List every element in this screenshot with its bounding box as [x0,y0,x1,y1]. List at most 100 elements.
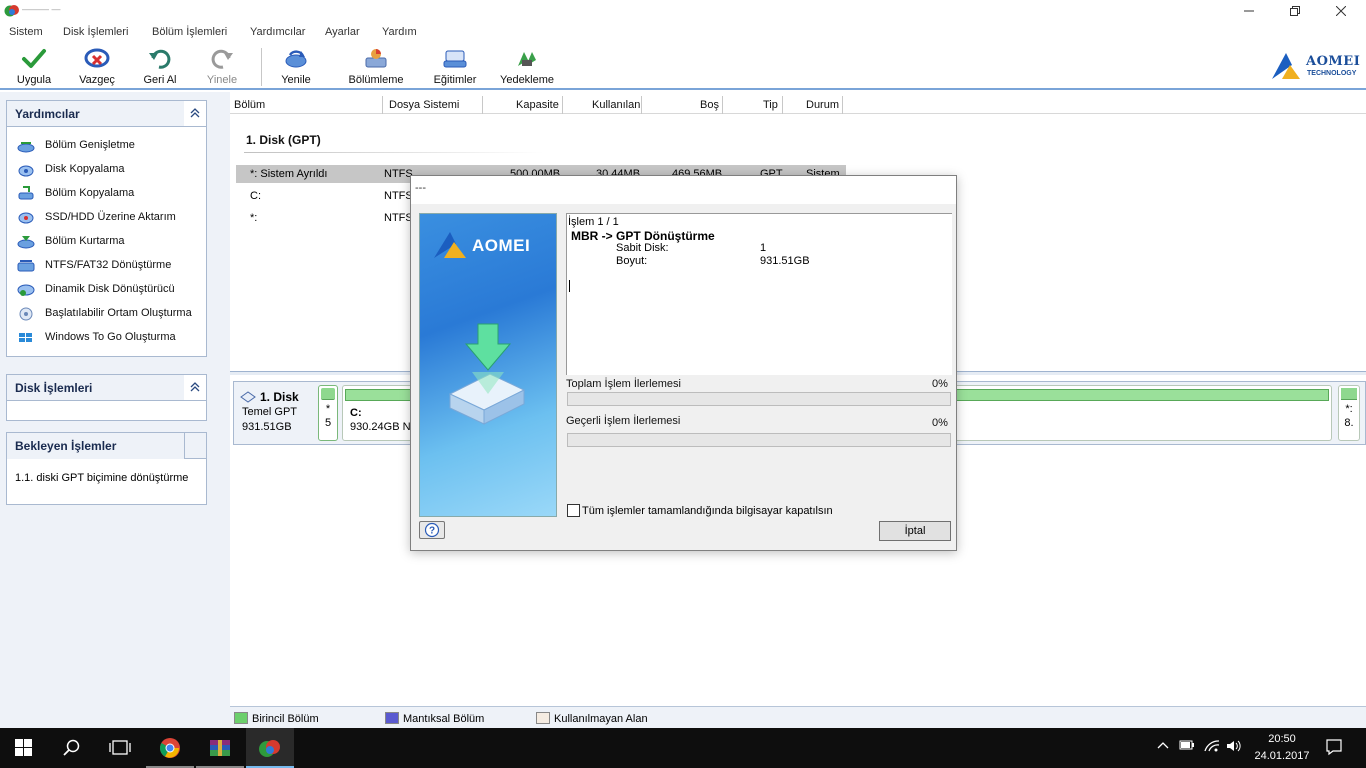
toolbar-separator [261,48,262,86]
progress-dialog: --- AOMEI İşlem 1 / 1 MBR -> GPT Dönüştü… [410,175,957,551]
disk-download-illustration [448,323,526,425]
menu-help[interactable]: Yardım [382,26,417,38]
disk-label: Sabit Disk: [616,242,669,254]
disk-info[interactable]: 1. Disk Temel GPT 931.51GB [242,390,299,435]
aomei-logo-icon [1272,53,1300,79]
aomei-partition-assistant-icon[interactable] [246,728,294,768]
col-used[interactable]: Kullanılan [592,99,640,115]
windows-to-go-icon [19,333,32,342]
col-partition[interactable]: Bölüm [234,99,265,115]
cancel-button[interactable]: İptal [879,521,951,541]
title-bar: ——— — [0,0,1366,22]
tutorials-button[interactable]: Eğitimler [432,48,478,86]
total-progress-percent: 0% [932,378,948,390]
dialog-logo-text: AOMEI [472,236,531,255]
partition-label: C: [350,407,362,419]
migrate-os-icon [18,212,34,224]
task-view-icon[interactable] [96,728,144,768]
col-capacity[interactable]: Kapasite [516,99,559,115]
bootable-media-icon [19,307,33,321]
refresh-button[interactable]: Yenile [276,48,316,86]
partition-block-system-reserved[interactable]: * 5 [318,385,338,441]
menu-bar: Sistem Disk İşlemleri Bölüm İşlemleri Ya… [0,22,1366,44]
primary-partition-swatch [234,712,248,724]
show-hidden-icons-icon[interactable] [1157,740,1169,752]
sidebar: Yardımcılar Bölüm Genişletme Disk Kopyal… [0,92,230,728]
collapse-disk-operations-button[interactable] [184,375,206,400]
extend-partition-icon [17,142,35,153]
clock-time: 20:50 [1268,733,1296,745]
taskbar: 20:50 24.01.2017 [0,728,1366,768]
current-progress-label: Geçerli İşlem İlerlemesi [566,415,681,427]
disk-operations-panel-title: Disk İşlemleri [15,381,93,395]
volume-icon[interactable] [1226,740,1242,755]
legend-bar: Birincil Bölüm Mantıksal Bölüm Kullanılm… [230,706,1366,728]
undo-label: Geri Al [143,74,177,86]
double-chevron-up-icon [190,108,200,118]
menu-sistem[interactable]: Sistem [9,26,43,38]
backup-button[interactable]: Yedekleme [500,48,554,86]
partition-label: Bölümleme [348,74,404,86]
backup-icon [518,52,536,66]
partition-copy-icon [18,186,34,200]
wizards-panel-title: Yardımcılar [15,107,80,121]
total-progress-bar [567,392,951,406]
winrar-icon[interactable] [196,728,244,768]
pending-operations-panel: Bekleyen İşlemler 1.1. diski GPT biçimin… [6,432,207,505]
clock[interactable]: 20:50 24.01.2017 [1252,731,1312,765]
menu-partition-operations[interactable]: Bölüm İşlemleri [152,26,227,38]
search-icon[interactable] [48,728,96,768]
wifi-icon[interactable] [1204,740,1220,755]
disk-title-underline [244,152,544,153]
dynamic-disk-icon [17,284,35,296]
refresh-label: Yenile [281,74,311,86]
usage-bar [321,388,335,400]
pending-operations-panel-header: Bekleyen İşlemler [7,433,206,459]
operation-log: İşlem 1 / 1 MBR -> GPT Dönüştürme Sabit … [566,213,952,375]
toolbar: Uygula Vazgeç Geri Al Yinele Yenile Bölü… [0,44,1366,90]
windows-start-icon[interactable] [0,728,48,768]
pending-operation-item[interactable]: 1.1. diski GPT biçimine dönüştürme [15,472,188,484]
logical-partition-swatch [385,712,399,724]
menu-wizards[interactable]: Yardımcılar [250,26,305,38]
apply-button[interactable]: Uygula [14,48,54,86]
partition-table-header: Bölüm Dosya Sistemi Kapasite Kullanılan … [230,96,1366,114]
total-progress-label: Toplam İşlem İlerlemesi [566,378,681,390]
undo-icon [149,49,171,69]
action-center-icon[interactable] [1325,738,1343,759]
wizard-label: Windows To Go Oluşturma [45,331,176,343]
shutdown-checkbox-label[interactable]: Tüm işlemler tamamlandığında bilgisayar … [582,505,833,517]
disk-size: 931.51GB [242,421,292,433]
redo-button[interactable]: Yinele [202,48,242,86]
col-filesystem[interactable]: Dosya Sistemi [389,99,459,115]
partition-recovery-icon [17,236,35,249]
close-icon[interactable] [1318,0,1364,22]
partition-block-recovery[interactable]: *: 8. [1338,385,1360,441]
collapse-wizards-button[interactable] [184,101,206,126]
help-button[interactable]: ? [419,521,445,539]
restore-icon[interactable] [1272,0,1318,22]
undo-button[interactable]: Geri Al [140,48,180,86]
minimize-icon[interactable] [1226,0,1272,22]
col-free[interactable]: Boş [700,99,719,115]
disk-name: 1. Disk [260,390,299,404]
partition-size: 930.24GB NT [350,421,418,433]
partition-size: 5 [324,417,332,429]
row-filesystem: NTFS [384,168,413,180]
help-icon: ? [424,522,440,538]
discard-icon [84,48,110,68]
partition-button[interactable]: Bölümleme [348,48,404,86]
discard-button[interactable]: Vazgeç [76,48,118,86]
menu-settings[interactable]: Ayarlar [325,26,360,38]
brand-name: AOMEI [1306,54,1361,69]
checkmark-icon [22,49,46,68]
shutdown-checkbox[interactable] [567,504,580,517]
dialog-title: --- [415,182,426,194]
col-status[interactable]: Durum [806,99,839,115]
battery-icon[interactable] [1179,740,1195,753]
row-filesystem: NTFS [384,212,413,224]
col-type[interactable]: Tip [763,99,778,115]
chrome-icon[interactable] [146,728,194,768]
brand-subtitle: TECHNOLOGY [1307,70,1357,77]
menu-disk-operations[interactable]: Disk İşlemleri [63,26,128,38]
